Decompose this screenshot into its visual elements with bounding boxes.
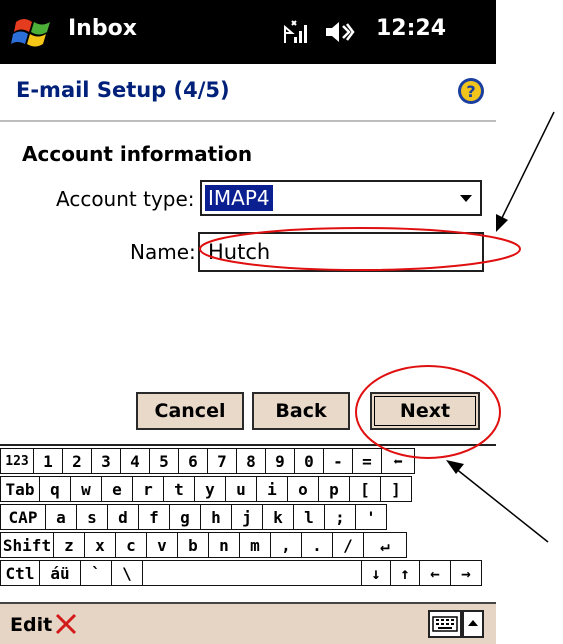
- key[interactable]: r: [132, 476, 164, 502]
- key[interactable]: ': [355, 504, 387, 530]
- title-bar: Inbox 12:24: [0, 0, 496, 64]
- key[interactable]: ;: [324, 504, 356, 530]
- key[interactable]: u: [225, 476, 257, 502]
- volume-icon[interactable]: [322, 17, 356, 47]
- keyboard-icon[interactable]: [428, 610, 462, 638]
- key[interactable]: 5: [149, 448, 179, 474]
- key-caps[interactable]: CAP: [0, 504, 46, 530]
- clock[interactable]: 12:24: [376, 16, 446, 41]
- key-tab[interactable]: Tab: [0, 476, 40, 502]
- svg-text:?: ?: [466, 82, 475, 101]
- key[interactable]: 7: [207, 448, 237, 474]
- key[interactable]: q: [39, 476, 71, 502]
- dropdown-arrow-icon[interactable]: [452, 182, 480, 214]
- key[interactable]: p: [318, 476, 350, 502]
- windows-start-icon[interactable]: [10, 12, 58, 52]
- key-accents[interactable]: áü: [39, 560, 81, 586]
- key-backslash[interactable]: \: [111, 560, 143, 586]
- close-icon[interactable]: [54, 612, 78, 636]
- key[interactable]: 8: [236, 448, 266, 474]
- soft-keyboard: 123 1 2 3 4 5 6 7 8 9 0 - = ⬅ Tab q w e …: [0, 444, 496, 604]
- key[interactable]: .: [301, 532, 333, 558]
- key-equals[interactable]: =: [352, 448, 382, 474]
- key[interactable]: 2: [62, 448, 92, 474]
- cancel-button[interactable]: Cancel: [136, 392, 244, 430]
- key-shift[interactable]: Shift: [0, 532, 54, 558]
- account-type-label: Account type:: [56, 187, 195, 211]
- key[interactable]: w: [70, 476, 102, 502]
- key[interactable]: g: [169, 504, 201, 530]
- name-label: Name:: [130, 240, 196, 264]
- key-backtick[interactable]: `: [80, 560, 112, 586]
- key[interactable]: /: [332, 532, 364, 558]
- key[interactable]: 1: [33, 448, 63, 474]
- input-selector-arrow-icon[interactable]: [462, 610, 484, 638]
- key[interactable]: a: [45, 504, 77, 530]
- keyboard-row: CAP a s d f g h j k l ; ': [0, 504, 387, 530]
- key[interactable]: o: [287, 476, 319, 502]
- keyboard-row: Tab q w e r t y u i o p [ ]: [0, 476, 412, 502]
- status-icons: [282, 14, 356, 50]
- account-type-dropdown[interactable]: IMAP4: [200, 180, 482, 216]
- page-header: E-mail Setup (4/5) ?: [0, 64, 496, 122]
- key[interactable]: f: [138, 504, 170, 530]
- account-type-value: IMAP4: [205, 185, 273, 211]
- key[interactable]: n: [208, 532, 240, 558]
- key[interactable]: i: [256, 476, 288, 502]
- key-space[interactable]: [142, 560, 362, 586]
- section-title: Account information: [22, 142, 253, 166]
- key-minus[interactable]: -: [323, 448, 353, 474]
- key[interactable]: l: [293, 504, 325, 530]
- edit-menu[interactable]: Edit: [10, 614, 52, 636]
- key[interactable]: 4: [120, 448, 150, 474]
- key-ctrl[interactable]: Ctl: [0, 560, 40, 586]
- key[interactable]: s: [76, 504, 108, 530]
- key[interactable]: b: [177, 532, 209, 558]
- key[interactable]: 9: [265, 448, 295, 474]
- key-arrow-left[interactable]: ←: [419, 560, 451, 586]
- back-button[interactable]: Back: [252, 392, 350, 430]
- key[interactable]: h: [200, 504, 232, 530]
- key[interactable]: x: [84, 532, 116, 558]
- key[interactable]: y: [194, 476, 226, 502]
- key-arrow-up[interactable]: ↑: [390, 560, 420, 586]
- key[interactable]: k: [262, 504, 294, 530]
- keyboard-row: 123 1 2 3 4 5 6 7 8 9 0 - = ⬅: [0, 448, 415, 474]
- keyboard-row: Ctl áü ` \ ↓ ↑ ← →: [0, 560, 482, 586]
- key[interactable]: d: [107, 504, 139, 530]
- key-arrow-right[interactable]: →: [450, 560, 482, 586]
- key[interactable]: 3: [91, 448, 121, 474]
- key[interactable]: z: [53, 532, 85, 558]
- name-value: Hutch: [208, 240, 271, 264]
- page-title: E-mail Setup (4/5): [16, 78, 230, 102]
- key-enter[interactable]: ↵: [363, 532, 407, 558]
- next-button[interactable]: Next: [370, 392, 480, 430]
- key[interactable]: e: [101, 476, 133, 502]
- signal-icon[interactable]: [282, 17, 312, 47]
- name-input[interactable]: Hutch: [198, 232, 484, 272]
- key-arrow-down[interactable]: ↓: [361, 560, 391, 586]
- app-title: Inbox: [68, 16, 137, 41]
- key[interactable]: [: [349, 476, 381, 502]
- key-123[interactable]: 123: [0, 448, 34, 474]
- help-icon[interactable]: ?: [456, 76, 486, 106]
- key[interactable]: 6: [178, 448, 208, 474]
- device-screen: Inbox 12:24 E-mail Setup (4/5) ? Account…: [0, 0, 496, 644]
- arrow-to-name-field-icon: [496, 111, 555, 232]
- key[interactable]: c: [115, 532, 147, 558]
- key[interactable]: v: [146, 532, 178, 558]
- menu-bar: Edit: [0, 602, 496, 644]
- key[interactable]: t: [163, 476, 195, 502]
- keyboard-row: Shift z x c v b n m , . / ↵: [0, 532, 407, 558]
- key[interactable]: m: [239, 532, 271, 558]
- key[interactable]: 0: [294, 448, 324, 474]
- key[interactable]: ,: [270, 532, 302, 558]
- key[interactable]: ]: [380, 476, 412, 502]
- key-backspace[interactable]: ⬅: [381, 448, 415, 474]
- key[interactable]: j: [231, 504, 263, 530]
